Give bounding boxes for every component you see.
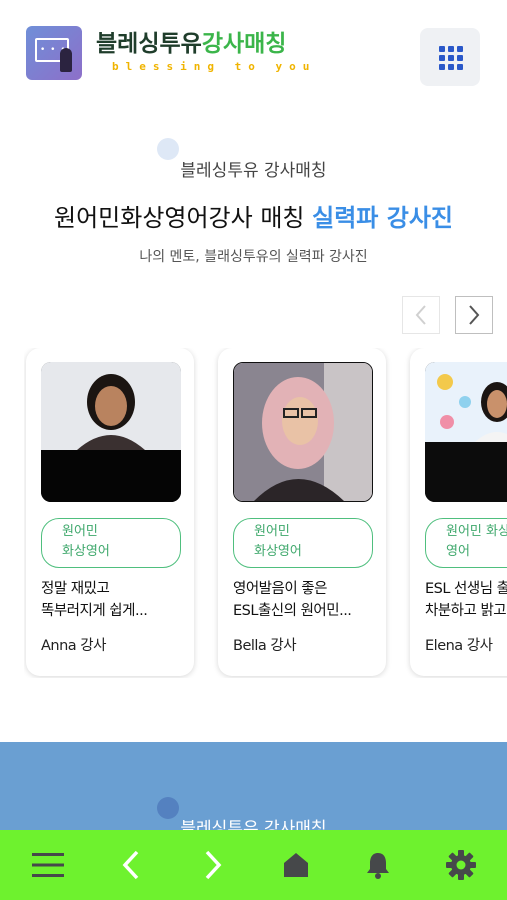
- next-section-band: 블레싱투유 강사매칭: [0, 742, 507, 839]
- nav-back-button[interactable]: [101, 830, 161, 900]
- teacher-name: Bella 강사: [233, 638, 297, 654]
- forward-arrow-icon: [205, 850, 222, 880]
- teacher-card[interactable]: 원어민 화상영어 영어발음이 좋은 ESL출신의 원어민... Bella 강사: [218, 348, 386, 676]
- carousel-next-button[interactable]: [455, 296, 493, 334]
- logo-title-brand: 블레싱투유: [96, 31, 202, 57]
- chevron-right-icon: [469, 305, 480, 325]
- teacher-name: Elena 강사: [425, 638, 493, 654]
- teacher-photo: [233, 362, 373, 502]
- bell-icon: [367, 853, 389, 879]
- section-title-main: 원어민화상영어강사 매칭: [54, 204, 313, 232]
- teacher-tag: 원어민 화상 영어: [425, 518, 507, 568]
- section-title-highlight: 실력파 강사진: [312, 204, 453, 232]
- section-description: 나의 멘토, 블래싱투유의 실력파 강사진: [139, 249, 368, 265]
- logo-title[interactable]: 블레싱투유강사매칭: [96, 30, 286, 58]
- carousel-prev-button[interactable]: [402, 296, 440, 334]
- home-icon: [284, 853, 308, 877]
- hamburger-menu-icon: [32, 853, 64, 877]
- teacher-carousel[interactable]: 원어민 화상영어 정말 재밌고 똑부러지게 쉽게... Anna 강사 원어민 …: [24, 348, 507, 678]
- nav-menu-button[interactable]: [18, 830, 78, 900]
- section-eyebrow: 블레싱투유 강사매칭: [180, 161, 327, 181]
- gear-icon: [446, 850, 476, 880]
- section-title: 원어민화상영어강사 매칭 실력파 강사진: [0, 198, 507, 233]
- teacher-photo: [425, 362, 507, 502]
- nav-settings-button[interactable]: [431, 830, 491, 900]
- teacher-tag: 원어민 화상영어: [233, 518, 373, 568]
- teacher-tag: 원어민 화상영어: [41, 518, 181, 568]
- bottom-navigation: [0, 830, 507, 900]
- teacher-description: ESL 선생님 출 차분하고 밝고: [425, 581, 507, 619]
- teacher-card[interactable]: 원어민 화상 영어 ESL 선생님 출 차분하고 밝고 Elena 강사: [410, 348, 507, 676]
- grid-icon: [439, 46, 463, 70]
- teacher-card[interactable]: 원어민 화상영어 정말 재밌고 똑부러지게 쉽게... Anna 강사: [26, 348, 194, 676]
- nav-forward-button[interactable]: [183, 830, 243, 900]
- back-arrow-icon: [122, 850, 139, 880]
- logo-subtitle: blessing to you: [112, 60, 317, 73]
- logo-icon[interactable]: • • •: [26, 26, 82, 80]
- teacher-description: 정말 재밌고 똑부러지게 쉽게...: [41, 581, 148, 619]
- nav-notification-button[interactable]: [348, 830, 408, 900]
- grid-menu-button[interactable]: [420, 28, 480, 86]
- teacher-name: Anna 강사: [41, 638, 106, 654]
- logo-title-service: 강사매칭: [201, 31, 287, 57]
- teacher-description: 영어발음이 좋은 ESL출신의 원어민...: [233, 581, 352, 619]
- nav-home-button[interactable]: [266, 830, 326, 900]
- teacher-photo: [41, 362, 181, 502]
- app-header: • • • 블레싱투유강사매칭 blessing to you: [0, 0, 507, 110]
- chevron-left-icon: [415, 305, 426, 325]
